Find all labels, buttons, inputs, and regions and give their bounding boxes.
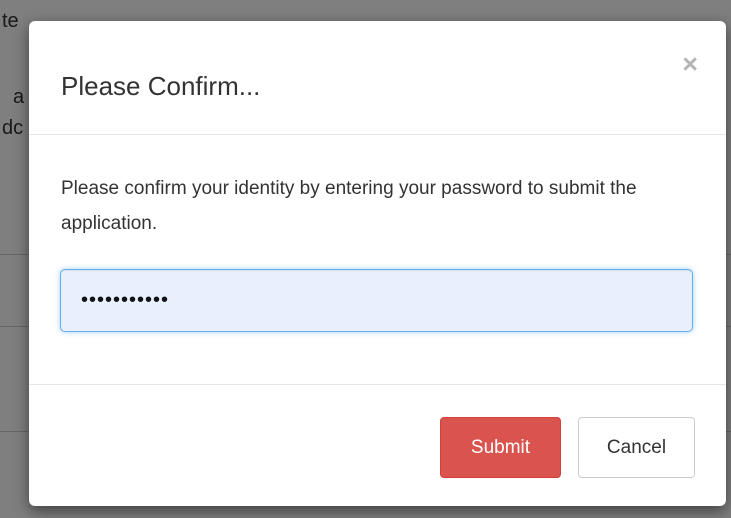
dialog-footer: Submit Cancel bbox=[29, 384, 726, 506]
dialog-header: Please Confirm... × bbox=[29, 21, 726, 135]
close-icon[interactable]: × bbox=[682, 51, 698, 78]
dialog-title: Please Confirm... bbox=[61, 71, 261, 101]
dialog-body: Please confirm your identity by entering… bbox=[29, 135, 726, 383]
confirm-message: Please confirm your identity by entering… bbox=[61, 178, 637, 234]
submit-button[interactable]: Submit bbox=[440, 417, 561, 478]
confirm-dialog: Please Confirm... × Please confirm your … bbox=[29, 21, 726, 506]
password-field[interactable] bbox=[60, 269, 693, 332]
cancel-button[interactable]: Cancel bbox=[578, 417, 695, 478]
